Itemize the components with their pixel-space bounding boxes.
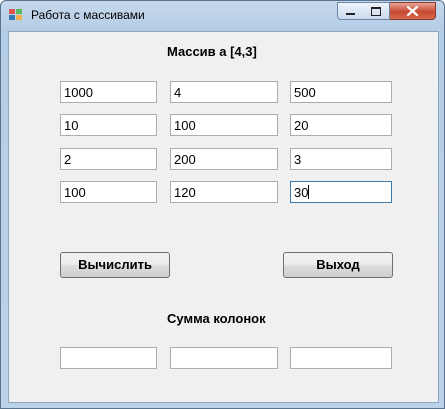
column-sum-1[interactable] [170,347,278,369]
matrix-cell-0-1[interactable]: 4 [170,81,278,103]
matrix-cell-0-0[interactable]: 1000 [60,81,157,103]
window-title: Работа с массивами [31,8,145,22]
column-sum-heading: Сумма колонок [167,311,266,326]
matrix-cell-3-0[interactable]: 100 [60,181,157,203]
calculate-button[interactable]: Вычислить [60,252,170,278]
matrix-cell-2-2[interactable]: 3 [290,148,392,170]
cell-value: 30 [294,185,309,200]
matrix-cell-1-2[interactable]: 20 [290,114,392,136]
matrix-cell-2-1[interactable]: 200 [170,148,278,170]
matrix-cell-2-0[interactable]: 2 [60,148,157,170]
column-sum-0[interactable] [60,347,157,369]
matrix-cell-1-0[interactable]: 10 [60,114,157,136]
matrix-heading: Массив a [4,3] [167,44,257,59]
minimize-button[interactable] [337,2,364,20]
app-window: Работа с массивами Массив a [4,3] 1000 4… [0,0,445,409]
matrix-cell-1-1[interactable]: 100 [170,114,278,136]
maximize-icon [371,6,381,16]
close-button[interactable] [390,2,436,20]
title-bar[interactable]: Работа с массивами [1,1,444,31]
exit-button[interactable]: Выход [283,252,393,278]
column-sum-2[interactable] [290,347,392,369]
matrix-cell-0-2[interactable]: 500 [290,81,392,103]
text-caret [308,185,310,199]
minimize-icon [346,13,355,15]
form-client-area: Массив a [4,3] 1000 4 500 10 100 20 2 20… [8,31,439,403]
maximize-button[interactable] [363,2,390,20]
matrix-cell-3-2[interactable]: 30 [290,181,392,203]
close-icon [407,6,418,16]
app-icon[interactable] [9,9,23,21]
matrix-cell-3-1[interactable]: 120 [170,181,278,203]
